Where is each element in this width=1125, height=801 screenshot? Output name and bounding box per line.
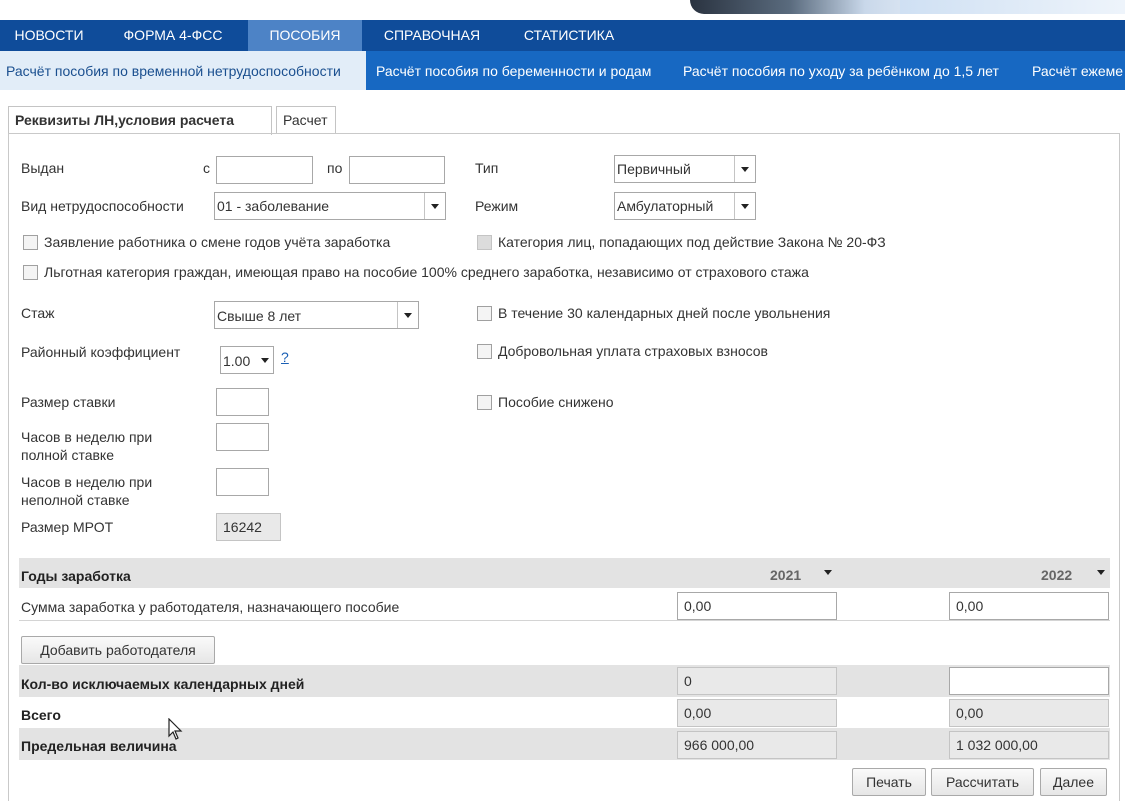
topnav-statistics[interactable]: СТАТИСТИКА [502, 20, 636, 51]
calculate-button[interactable]: Рассчитать [931, 768, 1034, 796]
hours-part-input[interactable] [216, 468, 269, 496]
mode-select-value: Амбулаторный [617, 198, 714, 214]
divider [19, 620, 1110, 621]
chevron-down-icon [255, 347, 273, 373]
add-employer-button[interactable]: Добавить работодателя [21, 636, 215, 664]
category-20fz-checkbox[interactable] [477, 235, 492, 250]
district-coef-value: 1.00 [223, 353, 251, 369]
hours-part-label-line1: Часов в неделю при [21, 474, 153, 490]
chevron-down-icon [397, 302, 418, 328]
subnav-temporary-disability[interactable]: Расчёт пособия по временной нетрудоспосо… [0, 51, 366, 90]
mrot-label: Размер МРОТ [21, 519, 114, 535]
chevron-down-icon [424, 193, 445, 219]
voluntary-payment-label: Добровольная уплата страховых взносов [498, 343, 768, 359]
disability-type-label: Вид нетрудоспособности [21, 198, 184, 214]
mouse-cursor-icon [168, 718, 183, 740]
after-dismissal-label: В течение 30 календарных дней после увол… [498, 305, 831, 321]
year1-select[interactable]: 2021 [770, 560, 832, 588]
print-button[interactable]: Печать [852, 768, 926, 796]
privileged-checkbox[interactable] [23, 265, 38, 280]
rate-size-label: Размер ставки [21, 394, 116, 410]
mode-label: Режим [475, 198, 519, 214]
years-change-label: Заявление работника о смене годов учёта … [44, 234, 391, 250]
tab-calculation[interactable]: Расчет [276, 106, 336, 133]
voluntary-payment-checkbox[interactable] [477, 344, 492, 359]
date-from-input[interactable] [216, 156, 313, 184]
limit-year1: 966 000,00 [677, 731, 837, 759]
benefit-reduced-checkbox[interactable] [477, 395, 492, 410]
date-to-input[interactable] [349, 156, 445, 184]
topnav-reference[interactable]: СПРАВОЧНАЯ [362, 20, 502, 51]
after-dismissal-checkbox[interactable] [477, 306, 492, 321]
type-select-value: Первичный [617, 161, 691, 177]
year2-select[interactable]: 2022 [1041, 560, 1105, 588]
chevron-down-icon [734, 156, 755, 182]
mrot-value: 16242 [216, 513, 281, 541]
date-to-label: по [327, 160, 343, 176]
disability-type-select[interactable]: 01 - заболевание [214, 192, 446, 220]
chevron-down-icon [1097, 570, 1105, 575]
excluded-days-label: Кол-во исключаемых календарных дней [21, 676, 305, 692]
subnav-childcare[interactable]: Расчёт пособия по уходу за ребёнком до 1… [683, 51, 999, 90]
benefit-reduced-label: Пособие снижено [498, 394, 614, 410]
topnav-news[interactable]: НОВОСТИ [0, 20, 98, 51]
hours-full-label-line1: Часов в неделю при [21, 429, 153, 445]
date-from-label: с [203, 160, 210, 176]
privileged-label: Льготная категория граждан, имеющая прав… [44, 264, 809, 280]
rate-size-input[interactable] [216, 388, 269, 416]
hours-part-label-line2: неполной ставке [21, 492, 130, 508]
type-label: Тип [475, 160, 499, 176]
header-banner [0, 0, 1125, 14]
experience-select[interactable]: Свыше 8 лет [214, 301, 419, 329]
district-coef-label: Районный коэффициент [21, 344, 181, 360]
chevron-down-icon [824, 570, 832, 575]
earnings-sum-year1-input[interactable] [677, 592, 837, 620]
district-coef-select[interactable]: 1.00 [220, 346, 274, 374]
category-20fz-label: Категория лиц, попадающих под действие З… [498, 234, 886, 250]
total-label: Всего [21, 707, 61, 723]
experience-select-value: Свыше 8 лет [217, 308, 302, 324]
subnav-pregnancy[interactable]: Расчёт пособия по беременности и родам [376, 51, 651, 90]
hours-full-label-line2: полной ставке [21, 447, 115, 463]
experience-label: Стаж [21, 305, 55, 321]
tab-requisites[interactable]: Реквизиты ЛН,условия расчета [8, 106, 272, 135]
limit-year2: 1 032 000,00 [949, 731, 1109, 759]
topnav-form-4fss[interactable]: ФОРМА 4-ФСС [98, 20, 248, 51]
help-link[interactable]: ? [281, 349, 289, 365]
top-navigation: НОВОСТИ ФОРМА 4-ФСС ПОСОБИЯ СПРАВОЧНАЯ С… [0, 20, 1125, 51]
year2-value: 2022 [1041, 567, 1073, 583]
issued-label: Выдан [21, 160, 65, 176]
next-button[interactable]: Далее [1040, 768, 1107, 796]
total-year2: 0,00 [949, 699, 1109, 727]
sub-navigation: Расчёт пособия по временной нетрудоспосо… [0, 51, 1125, 90]
total-year1: 0,00 [677, 699, 837, 727]
topnav-benefits[interactable]: ПОСОБИЯ [248, 20, 362, 51]
subnav-monthly[interactable]: Расчёт ежеме [1032, 51, 1123, 90]
excluded-days-year2-input[interactable] [949, 667, 1109, 695]
earnings-sum-year2-input[interactable] [949, 592, 1109, 620]
type-select[interactable]: Первичный [614, 155, 756, 183]
limit-label: Предельная величина [21, 738, 177, 754]
earnings-years-label: Годы заработка [21, 568, 131, 584]
chevron-down-icon [734, 193, 755, 219]
earnings-sum-label: Сумма заработка у работодателя, назначаю… [21, 599, 400, 615]
mode-select[interactable]: Амбулаторный [614, 192, 756, 220]
earnings-years-header [19, 558, 1110, 588]
disability-type-value: 01 - заболевание [217, 198, 330, 214]
excluded-days-year1: 0 [677, 667, 837, 695]
year1-value: 2021 [770, 567, 802, 583]
banner-image-right [900, 0, 1125, 14]
hours-full-input[interactable] [216, 423, 269, 451]
years-change-checkbox[interactable] [23, 235, 38, 250]
